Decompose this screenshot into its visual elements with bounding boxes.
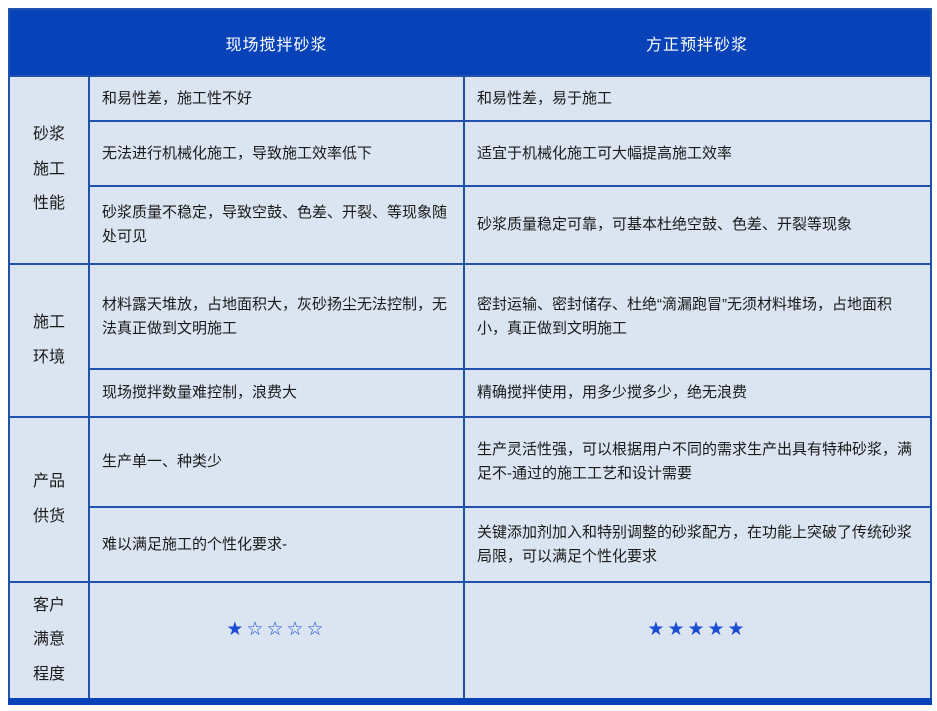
left-comparison-cell: 材料露天堆放，占地面积大，灰砂扬尘无法控制，无法真正做到文明施工 <box>89 264 464 369</box>
right-comparison-cell: 和易性差，易于施工 <box>464 76 931 121</box>
table-row: 砂浆 施工 性能和易性差，施工性不好和易性差，易于施工 <box>9 76 931 121</box>
section-label-product-supply: 产品 供货 <box>9 417 89 582</box>
right-comparison-cell: 关键添加剂加入和特别调整的砂浆配方，在功能上突破了传统砂浆局限，可以满足个性化要… <box>464 507 931 582</box>
table-row: 无法进行机械化施工，导致施工效率低下适宜于机械化施工可大幅提高施工效率 <box>9 121 931 186</box>
right-comparison-cell: 生产灵活性强，可以根据用户不同的需求生产出具有特种砂浆，满足不-通过的施工工艺和… <box>464 417 931 507</box>
premixed-rating-stars: ★★★★★ <box>464 582 931 702</box>
table-row: 客户 满意 程度★☆☆☆☆★★★★★ <box>9 582 931 702</box>
header-col-site-mixed-mortar: 现场搅拌砂浆 <box>89 9 464 76</box>
left-comparison-cell: 生产单一、种类少 <box>89 417 464 507</box>
left-comparison-cell: 和易性差，施工性不好 <box>89 76 464 121</box>
right-comparison-cell: 砂浆质量稳定可靠，可基本杜绝空鼓、色差、开裂等现象 <box>464 186 931 264</box>
table-row: 砂浆质量不稳定，导致空鼓、色差、开裂、等现象随处可见砂浆质量稳定可靠，可基本杜绝… <box>9 186 931 264</box>
section-label-customer-satisfaction: 客户 满意 程度 <box>9 582 89 702</box>
header-corner-cell <box>9 9 89 76</box>
table-row: 难以满足施工的个性化要求-关键添加剂加入和特别调整的砂浆配方，在功能上突破了传统… <box>9 507 931 582</box>
table-body: 砂浆 施工 性能和易性差，施工性不好和易性差，易于施工无法进行机械化施工，导致施… <box>9 76 931 702</box>
section-label-construction-environment: 施工 环境 <box>9 264 89 417</box>
left-comparison-cell: 难以满足施工的个性化要求- <box>89 507 464 582</box>
right-comparison-cell: 密封运输、密封储存、杜绝“滴漏跑冒”无须材料堆场，占地面积小，真正做到文明施工 <box>464 264 931 369</box>
site-mixed-rating-stars: ★☆☆☆☆ <box>89 582 464 702</box>
left-comparison-cell: 砂浆质量不稳定，导致空鼓、色差、开裂、等现象随处可见 <box>89 186 464 264</box>
header-row: 现场搅拌砂浆 方正预拌砂浆 <box>9 9 931 76</box>
table-row: 现场搅拌数量难控制，浪费大精确搅拌使用，用多少搅多少，绝无浪费 <box>9 369 931 417</box>
mortar-comparison-table: 现场搅拌砂浆 方正预拌砂浆 砂浆 施工 性能和易性差，施工性不好和易性差，易于施… <box>8 8 932 705</box>
right-comparison-cell: 精确搅拌使用，用多少搅多少，绝无浪费 <box>464 369 931 417</box>
header-col-fangzheng-premixed-mortar: 方正预拌砂浆 <box>464 9 931 76</box>
table-row: 产品 供货生产单一、种类少生产灵活性强，可以根据用户不同的需求生产出具有特种砂浆… <box>9 417 931 507</box>
left-comparison-cell: 无法进行机械化施工，导致施工效率低下 <box>89 121 464 186</box>
right-comparison-cell: 适宜于机械化施工可大幅提高施工效率 <box>464 121 931 186</box>
section-label-mortar-construction-performance: 砂浆 施工 性能 <box>9 76 89 264</box>
table-row: 施工 环境材料露天堆放，占地面积大，灰砂扬尘无法控制，无法真正做到文明施工密封运… <box>9 264 931 369</box>
left-comparison-cell: 现场搅拌数量难控制，浪费大 <box>89 369 464 417</box>
